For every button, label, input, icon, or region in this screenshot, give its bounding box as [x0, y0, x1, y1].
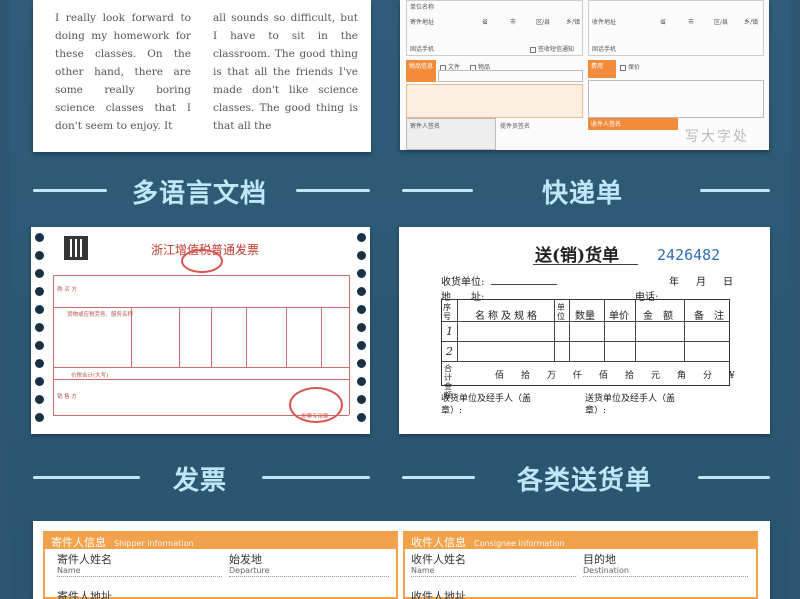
- charge-tag: 费用: [588, 60, 616, 78]
- year-label: 年: [669, 277, 679, 288]
- header-qty: 数量: [575, 311, 595, 322]
- town-label-2: 乡/镇: [744, 19, 759, 26]
- qr-code: [64, 236, 88, 260]
- unit-label: 收货单位:: [441, 277, 485, 288]
- province-label-2: 省: [660, 19, 667, 26]
- row-1: 1: [446, 325, 453, 338]
- invoice-seal: [181, 249, 223, 273]
- consignee-address-field[interactable]: 收件人地址: [411, 591, 466, 599]
- header-remark: 备 注: [694, 311, 724, 322]
- month-label: 月: [696, 277, 706, 288]
- total-units: 佰 拾 万 仟 佰 拾 元 角 分 ¥: [495, 371, 739, 381]
- sender-sign: 送货单位及经手人（盖章）:: [585, 394, 676, 416]
- delivery-note-card: 送(销)货单 2426482 收货单位: 年 月 日 地 址: 电话: 序号 名…: [399, 227, 770, 434]
- shipping-form-card: 寄件人信息 Shipper information 收件人信息 Consignee …: [33, 521, 770, 599]
- section-title-multilang: 多语言文档: [131, 179, 267, 209]
- title-rule-left-3: [33, 476, 140, 479]
- city-label: 市: [510, 19, 517, 26]
- stamp-label: 发票专用章: [301, 414, 329, 420]
- address-label: 寄件地址: [410, 19, 435, 26]
- district-label-2: 区/县: [714, 19, 729, 26]
- delivery-number: 2426482: [657, 246, 721, 264]
- province-label: 省: [482, 19, 489, 26]
- destination-field[interactable]: 目的地 Destination: [583, 554, 629, 576]
- write-big-text: 写大字处: [685, 129, 749, 145]
- consignee-header: 收件人信息 Consignee information: [403, 531, 758, 549]
- receiver-sign-tag: 收件人签名: [588, 118, 678, 130]
- title-rule-left-2: [402, 189, 473, 192]
- shipper-name-field[interactable]: 寄件人姓名 Name: [57, 554, 112, 576]
- sender-sign-label: 寄件人签名: [410, 123, 441, 130]
- notice-box: [406, 84, 583, 118]
- shipper-header: 寄件人信息 Shipper information: [43, 531, 398, 549]
- sms-label: 签收短信通知: [538, 46, 575, 53]
- buyer-label: 购 买 方: [57, 287, 77, 293]
- receiver-sign: 收货单位及经手人（盖章）:: [441, 394, 532, 416]
- phone-label-2: 固话手机: [592, 46, 617, 53]
- insured-checkbox[interactable]: 保价: [620, 62, 640, 71]
- total-label: 价税合计(大写): [71, 373, 109, 379]
- title-rule-right-2: [700, 189, 770, 192]
- sms-checkbox[interactable]: 签收短信通知: [530, 44, 574, 53]
- invoice-card: 浙江增值税普通发票 购 买 方 货物或应税劳务、服务名称 价税合计(大写) 销 …: [31, 227, 370, 434]
- title-rule-left-1: [33, 189, 107, 192]
- title-rule-left-4: [402, 476, 475, 479]
- courier-sign-label: 揽件员签名: [500, 123, 531, 130]
- section-title-express: 快递单: [541, 179, 623, 209]
- company-label: 单位名称: [410, 4, 435, 11]
- phone-label: 固话手机: [410, 46, 435, 53]
- doc-column-1: I really look forward to doing my homewo…: [55, 12, 191, 132]
- city-label-2: 市: [688, 19, 695, 26]
- express-slip-card: 单位名称 寄件地址 省 市 区/县 乡/镇 收件地址 省 市 区/县 乡/镇 固…: [400, 0, 769, 150]
- day-label: 日: [723, 277, 733, 288]
- title-rule-right-1: [296, 189, 370, 192]
- district-label: 区/县: [536, 19, 551, 26]
- doc-column-2: all sounds so difficult, but I have to s…: [213, 12, 358, 132]
- section-title-invoice: 发票: [172, 466, 227, 496]
- shipper-address-field[interactable]: 寄件人地址: [57, 591, 112, 599]
- title-rule-right-3: [262, 476, 370, 479]
- row-2: 2: [446, 345, 453, 358]
- delivery-title: 送(销)货单: [535, 246, 620, 266]
- charge-grid: [588, 80, 764, 118]
- multilang-doc-card: I really look forward to doing my homewo…: [33, 0, 371, 152]
- header-seq: 序号: [443, 303, 451, 321]
- goods-grid: [438, 70, 583, 82]
- consignee-name-field[interactable]: 收件人姓名 Name: [411, 554, 466, 576]
- seller-label: 销 售 方: [57, 394, 77, 400]
- header-name: 名称及规格: [475, 311, 540, 322]
- departure-field[interactable]: 始发地 Departure: [229, 554, 270, 576]
- header-amount: 金 额: [643, 311, 673, 322]
- section-title-delivery: 各类送货单: [516, 466, 652, 496]
- title-rule-right-4: [698, 476, 770, 479]
- town-label: 乡/镇: [566, 19, 581, 26]
- consignee-address-label: 收件地址: [592, 19, 617, 26]
- item-info-tag: 物品信息: [406, 60, 436, 82]
- header-unit: 单位: [557, 303, 565, 321]
- header-price: 单价: [609, 311, 629, 322]
- goods-header: 货物或应税劳务、服务名称: [67, 312, 134, 318]
